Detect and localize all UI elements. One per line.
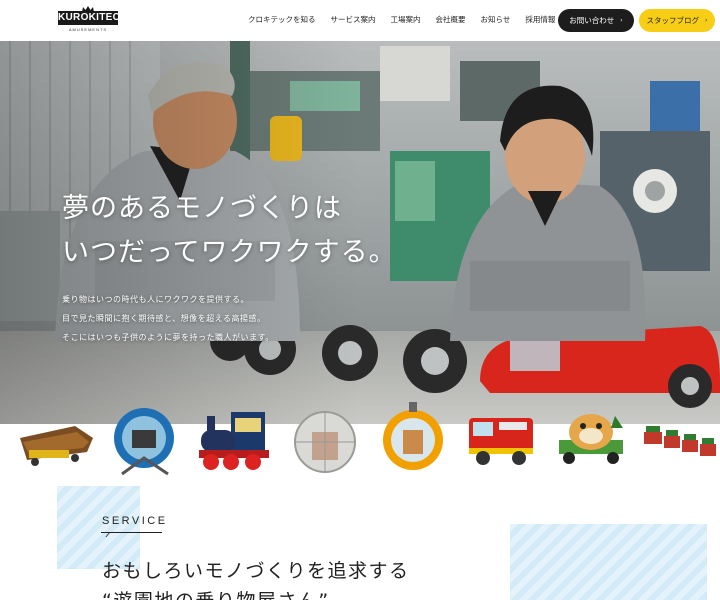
hero-headline-line2: いつだってワクワクする。 [62, 237, 397, 268]
contact-button[interactable]: お問い合わせ › [558, 9, 634, 32]
hero-subtext-line1: 乗り物はいつの時代も人にワクワクを提供する。 [62, 295, 249, 304]
staff-blog-button-label: スタッフブログ [646, 16, 700, 25]
service-title: おもしろいモノづくりを追求する “遊園地の乗り物屋さん” [102, 556, 410, 600]
fire-truck-ride-icon[interactable] [463, 410, 541, 470]
dog-car-ride-icon[interactable] [553, 406, 633, 472]
train-ride-icon[interactable] [195, 404, 275, 474]
mini-train-ride-icon[interactable] [642, 418, 720, 462]
hero-section: 夢のあるモノづくりは いつだってワクワクする。 乗り物はいつの時代も人にワクワク… [0, 41, 720, 424]
arrow-right-icon: › [620, 17, 623, 24]
logo-subtext: AMUSEMENTS [68, 27, 108, 32]
nav-about[interactable]: クロキテックを知る [248, 14, 316, 28]
hero-subtext-line3: そこにはいつも子供のように夢を持った職人がいます。 [62, 333, 274, 342]
service-section-label: SERVICE [102, 515, 168, 527]
blue-wheel-ride-icon[interactable] [112, 402, 180, 480]
log-ride-icon[interactable] [15, 408, 95, 470]
service-title-line2: “遊園地の乗り物屋さん” [102, 586, 410, 600]
contact-button-label: お問い合わせ [569, 16, 615, 25]
nav-services[interactable]: サービス案内 [331, 14, 376, 28]
site-header: KUROKITEC AMUSEMENTS クロキテックを知る サービス案内 工場… [0, 0, 720, 41]
service-decoration-right [510, 524, 707, 600]
nav-factory[interactable]: 工場案内 [391, 14, 421, 28]
nav-news[interactable]: お知らせ [481, 14, 511, 28]
hero-headline-line1: 夢のあるモノづくりは [62, 193, 342, 224]
service-title-line1: おもしろいモノづくりを追求する [102, 560, 410, 582]
logo[interactable]: KUROKITEC AMUSEMENTS [58, 6, 121, 36]
arrow-right-icon: › [705, 17, 708, 24]
staff-blog-button[interactable]: スタッフブログ › [639, 9, 715, 32]
logo-text: KUROKITEC [58, 11, 121, 25]
hero-headline: 夢のあるモノづくりは いつだってワクワクする。 [62, 187, 397, 275]
nav-company[interactable]: 会社概要 [436, 14, 466, 28]
hero-subtext-line2: 目で見た瞬間に抱く期待感と、想像を超える高揚感。 [62, 314, 266, 323]
main-nav: クロキテックを知る サービス案内 工場案内 会社概要 お知らせ 採用情報 [248, 14, 570, 28]
hero-subtext: 乗り物はいつの時代も人にワクワクを提供する。 目で見た瞬間に抱く期待感と、想像を… [62, 290, 274, 347]
product-strip [0, 396, 720, 478]
orange-capsule-ride-icon[interactable] [381, 400, 445, 482]
nav-recruit[interactable]: 採用情報 [525, 14, 555, 28]
glass-sphere-ride-icon[interactable] [292, 402, 358, 482]
